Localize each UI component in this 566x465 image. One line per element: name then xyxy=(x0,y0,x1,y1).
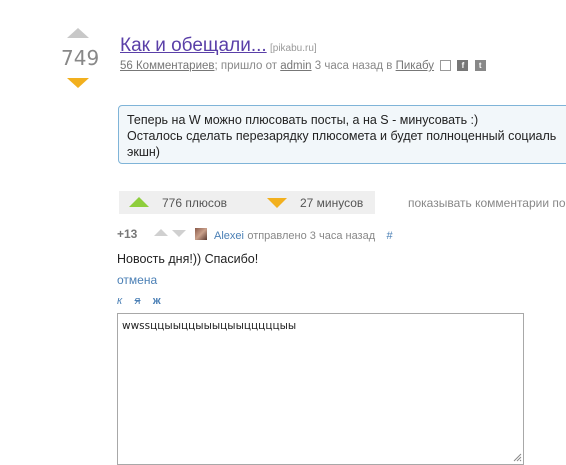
description-line: экшн) xyxy=(127,145,160,159)
comment-time: отправлено 3 часа назад xyxy=(247,230,376,242)
avatar[interactable] xyxy=(195,228,207,240)
post-downvote-button[interactable] xyxy=(67,78,89,88)
reply-textarea[interactable]: wwssццыыццыыыцыыцццццыы xyxy=(117,313,524,465)
description-line: Осталось сделать перезарядку плюсомета и… xyxy=(127,129,557,143)
plus-icon xyxy=(129,197,149,207)
comment-author-link[interactable]: Alexei xyxy=(214,230,244,242)
description-line: Теперь на W можно плюсовать посты, а на … xyxy=(127,113,479,127)
author-link[interactable]: admin xyxy=(280,60,311,72)
post-meta: 56 Комментариев; пришло от admin 3 часа … xyxy=(120,60,486,72)
meta-separator: ; xyxy=(214,60,218,72)
post-title-row: Как и обещали... [pikabu.ru] xyxy=(120,35,317,57)
comment-rating: +13 xyxy=(117,227,138,241)
post-title-link[interactable]: Как и обещали... xyxy=(120,35,267,56)
comment-upvote-button[interactable] xyxy=(154,229,168,236)
show-comments-setting[interactable]: показывать комментарии по xyxy=(408,196,566,210)
strike-button[interactable]: я xyxy=(135,295,141,307)
meta-time: 3 часа назад в xyxy=(314,60,393,72)
comment-text: Новость дня!)) Спасибо! xyxy=(117,252,259,266)
minus-icon xyxy=(267,198,287,208)
meta-prefix: пришло от xyxy=(220,60,278,72)
bold-button[interactable]: ж xyxy=(153,295,161,307)
post-rating: 749 xyxy=(61,46,100,70)
plus-count[interactable]: 776 плюсов xyxy=(162,196,227,210)
community-link[interactable]: Пикабу xyxy=(396,60,434,72)
comment-permalink[interactable]: # xyxy=(386,230,392,242)
twitter-icon[interactable]: t xyxy=(474,60,486,72)
post-description: Теперь на W можно плюсовать посты, а на … xyxy=(118,105,566,164)
comment-downvote-button[interactable] xyxy=(172,230,186,237)
format-toolbar: к я ж xyxy=(117,293,161,307)
minus-count[interactable]: 27 минусов xyxy=(300,196,363,210)
italic-button[interactable]: к xyxy=(117,295,122,307)
comment-meta-row: Alexei отправлено 3 часа назад # xyxy=(214,228,393,242)
post-domain: [pikabu.ru] xyxy=(270,43,317,54)
facebook-icon[interactable]: f xyxy=(457,60,469,72)
resize-grip-icon[interactable] xyxy=(512,452,522,462)
comments-link[interactable]: 56 Комментариев xyxy=(120,60,215,72)
save-icon[interactable] xyxy=(440,60,452,72)
post-upvote-button[interactable] xyxy=(67,28,89,38)
cancel-link[interactable]: отмена xyxy=(117,273,157,287)
